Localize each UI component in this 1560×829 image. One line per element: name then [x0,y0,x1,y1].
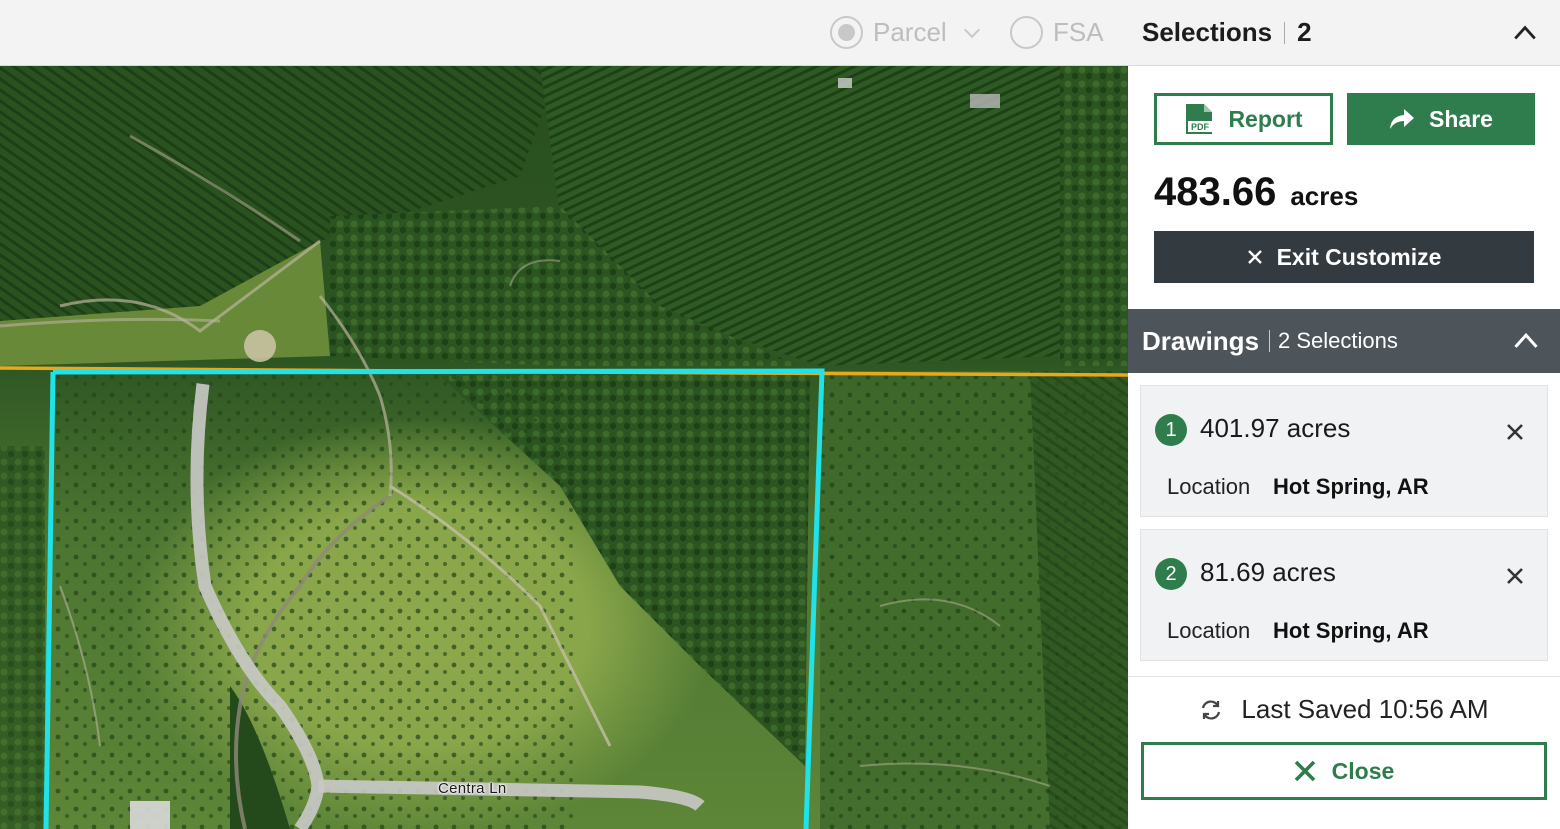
map-overlay [0,66,1128,829]
drawings-divider [1269,330,1271,352]
layer-toggle-fsa[interactable]: FSA [1010,16,1104,49]
drawings-count: 2 Selections [1278,328,1398,353]
total-acres-value: 483.66 [1154,170,1277,214]
pdf-icon: PDF [1186,104,1213,134]
close-button-label: Close [1331,757,1395,784]
drawing-index-badge: 1 [1155,414,1187,446]
share-button[interactable]: Share [1347,93,1535,145]
report-button[interactable]: PDF Report [1154,93,1333,145]
selections-panel: Selections 2 PDF Report Share 483.66 acr… [1128,0,1560,829]
close-icon [1247,250,1262,264]
drawing-acres: 81.69 acres [1200,557,1336,587]
drawings-title: Drawings [1142,325,1260,356]
close-icon[interactable] [1505,566,1525,586]
chevron-up-icon[interactable] [1512,327,1540,355]
last-saved-status: Last Saved 10:56 AM [1128,676,1560,742]
drawing-acres: 401.97 acres [1200,413,1351,443]
drawings-header: Drawings 2 Selections [1128,309,1560,373]
total-acres-unit: acres [1290,181,1359,211]
selections-count: 2 [1297,17,1312,47]
total-acreage: 483.66 acres [1154,170,1358,215]
chevron-down-icon[interactable] [961,22,983,44]
selections-header: Selections 2 [1128,0,1560,66]
share-button-label: Share [1429,105,1493,132]
drawing-location-value: Hot Spring, AR [1273,618,1429,643]
share-arrow-icon [1390,109,1415,129]
radio-selected-icon[interactable] [830,16,863,49]
map-toolbar: Parcel FSA [0,0,1128,66]
report-button-label: Report [1228,105,1303,132]
close-button[interactable]: Close [1141,742,1547,800]
last-saved-text: Last Saved 10:56 AM [1241,694,1489,724]
drawing-location-label: Location [1167,618,1251,643]
radio-unselected-icon[interactable] [1010,16,1043,49]
svg-text:PDF: PDF [1191,122,1210,132]
selections-title: Selections [1142,17,1273,47]
road-label: Centra Ln [438,780,507,797]
layer-label-parcel: Parcel [873,17,947,47]
close-icon[interactable] [1505,422,1525,442]
drawing-card[interactable]: 1 401.97 acres Location Hot Spring, AR [1140,385,1548,517]
sync-icon [1202,699,1221,720]
drawing-location-label: Location [1167,474,1251,499]
header-divider [1284,21,1286,44]
drawing-index-badge: 2 [1155,558,1187,590]
close-icon [1294,760,1315,782]
drawing-card[interactable]: 2 81.69 acres Location Hot Spring, AR [1140,529,1548,661]
drawing-location-value: Hot Spring, AR [1273,474,1429,499]
exit-customize-button[interactable]: Exit Customize [1154,231,1534,283]
satellite-map[interactable]: Centra Ln [0,66,1128,829]
action-buttons: PDF Report Share [1154,93,1535,145]
layer-label-fsa: FSA [1053,17,1104,47]
chevron-up-icon[interactable] [1512,20,1538,46]
exit-customize-label: Exit Customize [1276,243,1442,270]
layer-toggle-parcel[interactable]: Parcel [830,16,983,49]
